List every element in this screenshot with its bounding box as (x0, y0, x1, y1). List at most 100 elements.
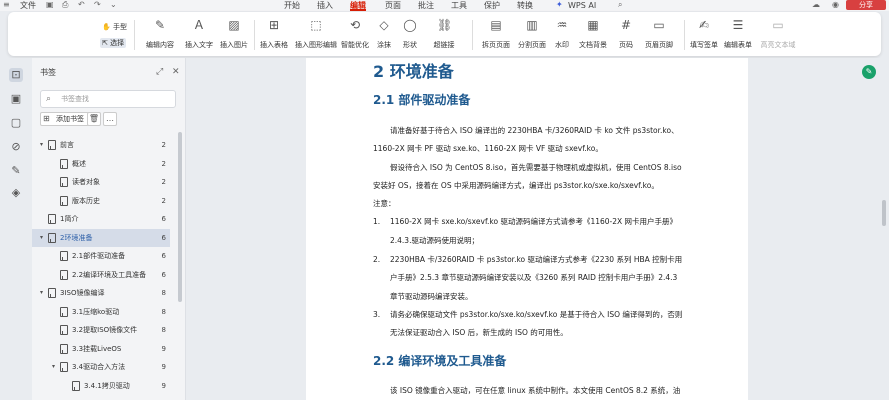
eraser-button[interactable]: ◇ 涂抹 (372, 18, 396, 52)
highlight-field-button[interactable]: ▭ 高亮文本域 (758, 18, 798, 52)
hyperlink-button[interactable]: ⛓ 超链接 (424, 18, 464, 52)
expand-panel-icon[interactable]: ⤢ (156, 67, 163, 77)
page-number-button[interactable]: # 页码 (614, 18, 638, 52)
bookmark-label: 前言 (60, 141, 74, 149)
print-icon[interactable]: ⎙ (62, 1, 70, 9)
bookmark-item[interactable]: 3.4.1拷贝驱动 9 (32, 377, 170, 395)
edit-form-button[interactable]: ☰ 编辑表单 (722, 18, 754, 52)
bookmark-item[interactable]: 2.2编译环境及工具准备 6 (32, 266, 170, 284)
search-icon[interactable]: ⌕ (618, 1, 626, 9)
bookmark-icon (48, 140, 56, 150)
tab-convert[interactable]: 转换 (517, 0, 533, 11)
shape-button[interactable]: ◯ 形状 (398, 18, 422, 52)
bookmark-panel: 书签 ⤢ ✕ 书签查找 ⌕ 添加书签 ⊞ 🗑 … ▾ 前言 2 概述 2 读者对象 2 版本历… (32, 58, 186, 400)
menu-icon[interactable]: ≡ (3, 1, 11, 9)
delete-icon[interactable]: 🗑 (87, 112, 101, 126)
close-icon[interactable]: ✕ (172, 67, 180, 77)
bookmark-item[interactable]: 读者对象 2 (32, 173, 170, 191)
table-icon: ⊞ (268, 18, 280, 32)
bookmark-icon (72, 380, 80, 391)
attachment-rail-icon[interactable]: ⊘ (9, 140, 23, 154)
bookmark-item[interactable]: 3.2提取ISO镜像文件 8 (32, 321, 170, 339)
paragraph-line: 安装好 OS，接着在 OS 中采用源码编译方式，编译出 ps3stor.ko/s… (373, 181, 659, 190)
fill-form-button[interactable]: ✍ 填写签单 (688, 18, 720, 52)
bookmark-label: 读者对象 (72, 178, 100, 186)
doc-background-button[interactable]: ▦ 文档背景 (574, 18, 612, 52)
bookmark-item[interactable]: 1简介 6 (32, 210, 170, 228)
wps-ai-button[interactable]: WPS AI (568, 0, 596, 11)
comment-rail-icon[interactable]: ▢ (9, 116, 23, 130)
insert-table-button[interactable]: ⊞ 插入表格 (256, 18, 292, 52)
more-icon[interactable]: ⌄ (110, 1, 118, 9)
heading-1: 2 环境准备 (373, 62, 454, 81)
ribbon-divider (254, 20, 255, 50)
bookmark-search-input[interactable]: 书签查找 (40, 90, 176, 108)
bookmark-item[interactable]: 版本历史 2 (32, 192, 170, 210)
search-icon: ⌕ (46, 94, 52, 104)
bookmark-item[interactable]: 概述 2 (32, 155, 170, 173)
bookmark-label: 1简介 (60, 215, 79, 223)
redo-icon[interactable]: ↷ (94, 1, 102, 9)
save-icon[interactable]: ▣ (46, 1, 54, 9)
insert-image-button[interactable]: ▨ 插入图片 (216, 18, 252, 52)
bookmark-icon (60, 195, 68, 206)
hand-tool[interactable]: ✋ 手型 (102, 22, 127, 32)
list-item-line: 请务必确保驱动文件 ps3stor.ko/sxe.ko/sxevf.ko 是基于… (390, 310, 683, 319)
bookmark-item[interactable]: ▾ 前言 2 (32, 136, 170, 154)
tab-protect[interactable]: 保护 (484, 0, 500, 11)
bookmark-item[interactable]: ▾ 2环境准备 6 (32, 228, 170, 247)
bookmark-item[interactable]: ▾ 3ISO镜像编译 8 (32, 284, 170, 302)
bookmark-item[interactable]: ▾ 3.4驱动合入方法 9 (32, 358, 170, 376)
undo-icon[interactable]: ↶ (78, 1, 86, 9)
bookmark-item[interactable]: 2.1部件驱动准备 6 (32, 247, 170, 265)
more-options-icon[interactable]: … (103, 112, 117, 126)
divide-page-button[interactable]: ▥ 分割页面 (514, 18, 550, 52)
list-number: 3. (373, 310, 381, 319)
bookmark-item[interactable]: 3.3挂载LiveOS 9 (32, 340, 170, 358)
edit-content-button[interactable]: ✎ 编辑内容 (140, 18, 180, 52)
bookmark-icon (60, 251, 68, 261)
cloud-icon[interactable]: ☁ (812, 1, 820, 9)
list-item-line: 2230HBA 卡/3260RAID 卡 ps3stor.ko 驱动编译方式参考… (390, 255, 683, 264)
bookmark-page-number: 2 (161, 196, 166, 205)
bookmark-icon (60, 343, 68, 354)
expand-arrow-icon[interactable]: ▾ (40, 284, 43, 302)
tab-insert[interactable]: 插入 (317, 0, 333, 11)
share-button[interactable]: 分享 (846, 0, 886, 10)
bookmark-item[interactable]: 3.1压缩ko驱动 8 (32, 303, 170, 321)
optimize-icon: ⟲ (349, 18, 361, 32)
expand-arrow-icon[interactable]: ▾ (40, 229, 43, 247)
bookmark-rail-icon[interactable]: ⊡ (9, 68, 23, 82)
insert-shape-edit-button[interactable]: ⬚ 插入图形编辑 (294, 18, 338, 52)
bookmark-icon (60, 269, 68, 280)
smart-optimize-button[interactable]: ⟲ 智能优化 (340, 18, 370, 52)
signature-rail-icon[interactable]: ✎ (9, 164, 23, 178)
panel-scrollbar[interactable] (178, 132, 182, 302)
tab-start[interactable]: 开始 (284, 0, 300, 11)
fill-form-icon: ✍ (698, 18, 710, 32)
tab-page[interactable]: 页面 (385, 0, 401, 11)
document-page: 2 环境准备 2.1 部件驱动准备 请准备好基于待合入 ISO 编译出的 223… (306, 58, 748, 400)
select-tool[interactable]: ⇱ 选择 (100, 38, 127, 48)
tab-tools[interactable]: 工具 (451, 0, 467, 11)
ribbon-divider (472, 20, 473, 50)
split-page-button[interactable]: ▤ 拆页页面 (478, 18, 514, 52)
expand-arrow-icon[interactable]: ▾ (40, 136, 43, 154)
thumbnail-rail-icon[interactable]: ▣ (9, 92, 23, 106)
bookmark-page-number: 6 (161, 233, 166, 242)
document-scrollbar[interactable] (882, 200, 886, 226)
bookmark-icon (60, 306, 68, 317)
header-footer-button[interactable]: ▭ 页眉页脚 (640, 18, 678, 52)
layers-rail-icon[interactable]: ◈ (9, 186, 23, 200)
user-icon[interactable]: ◉ (832, 1, 840, 9)
bookmark-icon (60, 362, 68, 372)
menu-file[interactable]: 文件 (20, 0, 36, 11)
assistant-icon[interactable]: ✎ (862, 65, 876, 79)
tab-edit[interactable]: 编辑 (350, 0, 366, 11)
insert-text-button[interactable]: Ａ 插入文字 (184, 18, 214, 52)
watermark-button[interactable]: ♒ 水印 (550, 18, 574, 52)
bookmark-page-number: 9 (161, 381, 166, 390)
paragraph-line: 假设待合入 ISO 为 CentOS 8.iso，首先需要基于物理机或虚拟机，使… (390, 163, 682, 172)
expand-arrow-icon[interactable]: ▾ (52, 358, 55, 376)
tab-comment[interactable]: 批注 (418, 0, 434, 11)
